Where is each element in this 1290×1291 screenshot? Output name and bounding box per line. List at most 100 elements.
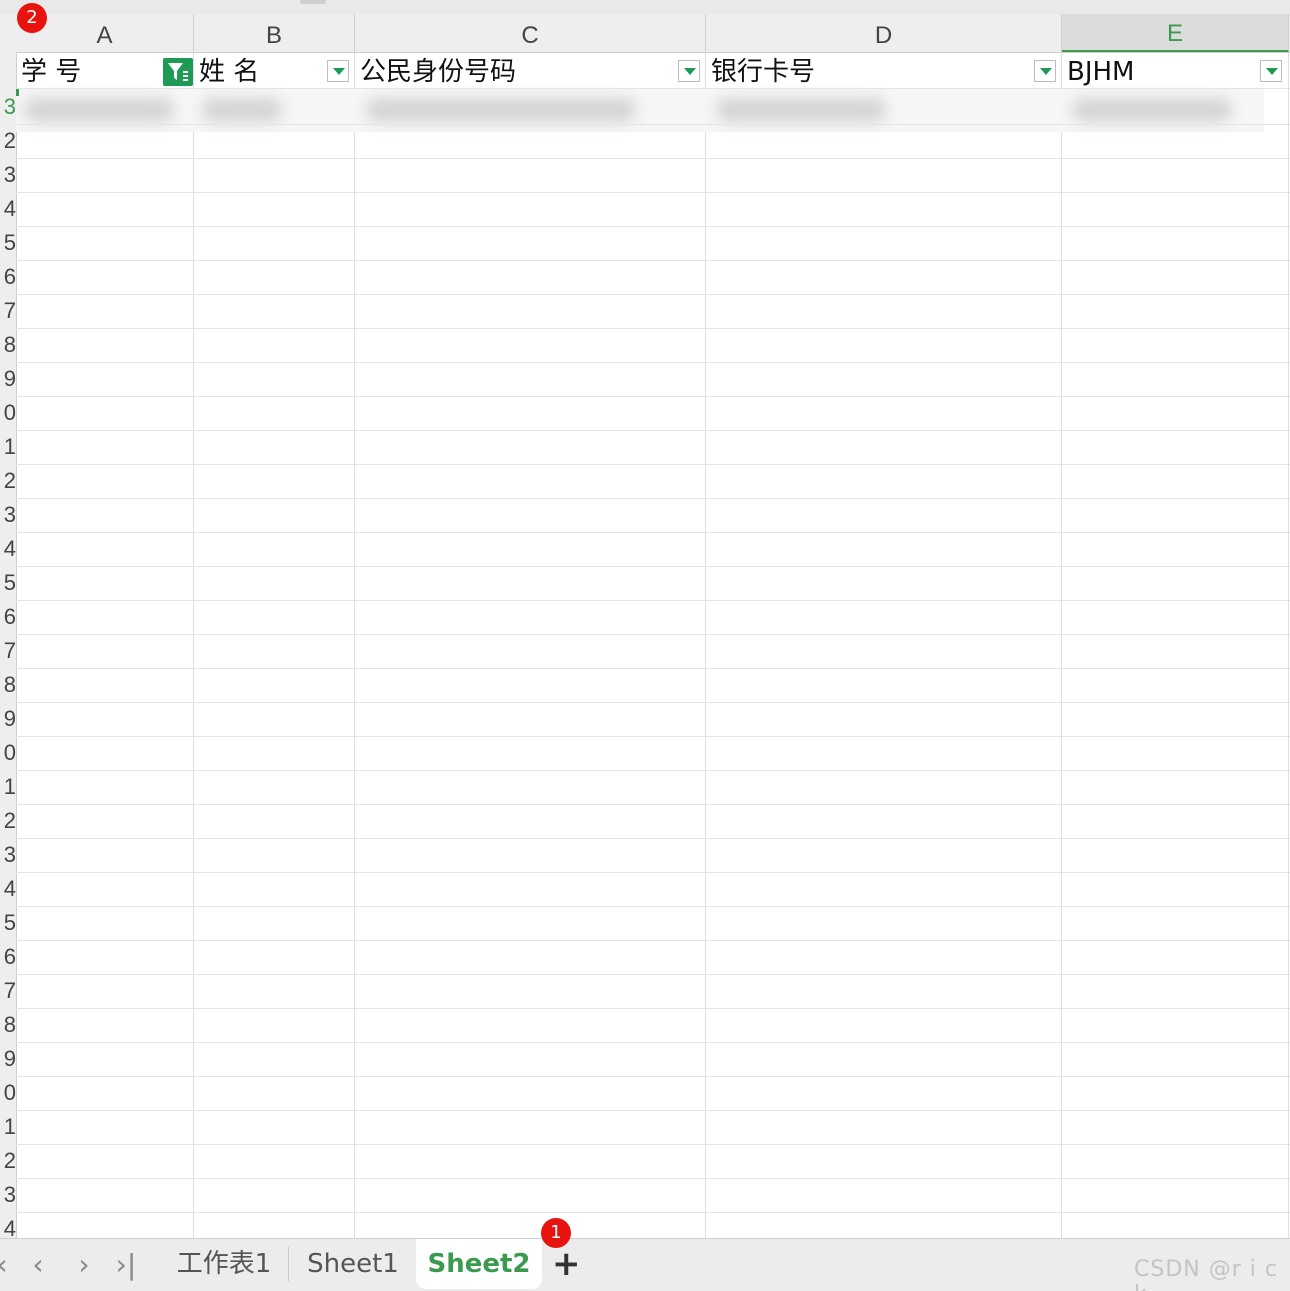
row-number[interactable]: 5 <box>0 566 16 600</box>
row-number[interactable]: 2 <box>0 1144 16 1178</box>
tab-sheet2[interactable]: Sheet2 <box>416 1239 542 1289</box>
row-gridline <box>16 804 1290 805</box>
row-number[interactable]: 8 <box>0 328 16 362</box>
row-gridline <box>16 532 1290 533</box>
row-gridline <box>16 192 1290 193</box>
row-number[interactable]: 6 <box>0 940 16 974</box>
row-gridline <box>16 974 1290 975</box>
row-gridline <box>16 634 1290 635</box>
filter-dropdown-icon[interactable] <box>1260 60 1282 82</box>
active-cell-marker <box>16 88 19 96</box>
row-gridline <box>16 566 1290 567</box>
row-number[interactable]: 1 <box>0 770 16 804</box>
row-number[interactable]: 7 <box>0 974 16 1008</box>
row-number[interactable]: 3 <box>0 90 16 124</box>
row-number[interactable]: 2 <box>0 464 16 498</box>
column-header-c[interactable]: C <box>355 14 706 52</box>
last-sheet-icon[interactable]: ›| <box>112 1249 140 1281</box>
row-number[interactable]: 9 <box>0 1042 16 1076</box>
row-gridline <box>16 226 1290 227</box>
blurred-cell <box>366 98 636 122</box>
row-number[interactable]: 6 <box>0 260 16 294</box>
header-cell-id-number[interactable]: 公民身份号码 <box>355 52 675 88</box>
cell-grid[interactable]: 学 号 姓 名 公民身份号码 银行卡号 BJHM <box>16 52 1290 1238</box>
watermark-text: CSDN @r i c k <box>1134 1257 1278 1291</box>
row-gridline <box>16 260 1290 261</box>
header-cell-name[interactable]: 姓 名 <box>194 52 324 88</box>
column-header-e[interactable]: E <box>1062 14 1289 52</box>
row-gridline <box>16 498 1290 499</box>
blurred-cell <box>716 98 886 122</box>
row-gridline <box>16 600 1290 601</box>
filter-dropdown-icon[interactable] <box>327 60 349 82</box>
row-gridline <box>16 328 1290 329</box>
row-number[interactable]: 7 <box>0 634 16 668</box>
row-gridline <box>16 668 1290 669</box>
row-gridline <box>16 1178 1290 1179</box>
row-number-column: 3234567890123456789012345678901234 <box>0 52 17 1238</box>
blurred-cell <box>202 98 282 122</box>
column-header-b[interactable]: B <box>194 14 355 52</box>
top-frame <box>0 0 1290 14</box>
row-gridline <box>16 88 1290 89</box>
sheet-tab-bar: ‹ ‹ › ›| 工作表1 Sheet1 Sheet2 + CSDN @r i … <box>0 1238 1290 1291</box>
row-gridline <box>16 736 1290 737</box>
row-number[interactable]: 1 <box>0 430 16 464</box>
header-cell-bjhm[interactable]: BJHM <box>1062 52 1257 88</box>
row-gridline <box>16 1212 1290 1213</box>
blurred-cell <box>24 98 174 122</box>
row-gridline <box>16 906 1290 907</box>
row-number[interactable]: 0 <box>0 736 16 770</box>
tab-worksheet1[interactable]: 工作表1 <box>164 1239 284 1289</box>
row-gridline <box>16 872 1290 873</box>
row-number[interactable]: 1 <box>0 1110 16 1144</box>
row-number[interactable]: 4 <box>0 1212 16 1238</box>
header-cell-student-id[interactable]: 学 号 <box>16 52 164 88</box>
row-gridline <box>16 770 1290 771</box>
row-gridline <box>16 1008 1290 1009</box>
row-number[interactable]: 8 <box>0 1008 16 1042</box>
row-gridline <box>16 464 1290 465</box>
row-gridline <box>16 1110 1290 1111</box>
add-sheet-button[interactable]: + <box>552 1247 581 1281</box>
row-number[interactable]: 3 <box>0 838 16 872</box>
row-number[interactable]: 7 <box>0 294 16 328</box>
row-number[interactable]: 5 <box>0 226 16 260</box>
row-number[interactable]: 6 <box>0 600 16 634</box>
row-number[interactable]: 4 <box>0 192 16 226</box>
row-number[interactable]: 3 <box>0 498 16 532</box>
first-sheet-icon[interactable]: ‹ <box>0 1249 16 1281</box>
filter-dropdown-icon[interactable] <box>1034 60 1056 82</box>
row-gridline <box>16 1042 1290 1043</box>
row-number[interactable]: 8 <box>0 668 16 702</box>
row-gridline <box>16 702 1290 703</box>
filter-dropdown-icon[interactable] <box>678 60 700 82</box>
blurred-cell <box>1072 98 1232 122</box>
row-gridline <box>16 1144 1290 1145</box>
row-number[interactable]: 4 <box>0 532 16 566</box>
row-number[interactable]: 2 <box>0 124 16 158</box>
row-gridline <box>16 396 1290 397</box>
row-number[interactable]: 0 <box>0 396 16 430</box>
previous-sheet-icon[interactable]: ‹ <box>24 1249 52 1281</box>
row-gridline <box>16 430 1290 431</box>
row-gridline <box>16 158 1290 159</box>
row-number[interactable]: 4 <box>0 872 16 906</box>
row-number[interactable]: 3 <box>0 158 16 192</box>
row-number[interactable]: 2 <box>0 804 16 838</box>
row-number[interactable]: 9 <box>0 702 16 736</box>
next-sheet-icon[interactable]: › <box>70 1249 98 1281</box>
row-gridline <box>16 294 1290 295</box>
header-cell-bank-card[interactable]: 银行卡号 <box>706 52 1031 88</box>
row-number[interactable]: 5 <box>0 906 16 940</box>
spreadsheet-window: A B C D E 323456789012345678901234567890… <box>0 0 1290 1291</box>
row-gridline <box>16 838 1290 839</box>
column-header-d[interactable]: D <box>706 14 1062 52</box>
row-number[interactable]: 0 <box>0 1076 16 1110</box>
row-gridline <box>16 1076 1290 1077</box>
row-gridline <box>16 362 1290 363</box>
row-number[interactable]: 9 <box>0 362 16 396</box>
row-number[interactable]: 3 <box>0 1178 16 1212</box>
tab-sheet1[interactable]: Sheet1 <box>294 1239 412 1289</box>
filter-applied-icon[interactable] <box>163 58 193 86</box>
